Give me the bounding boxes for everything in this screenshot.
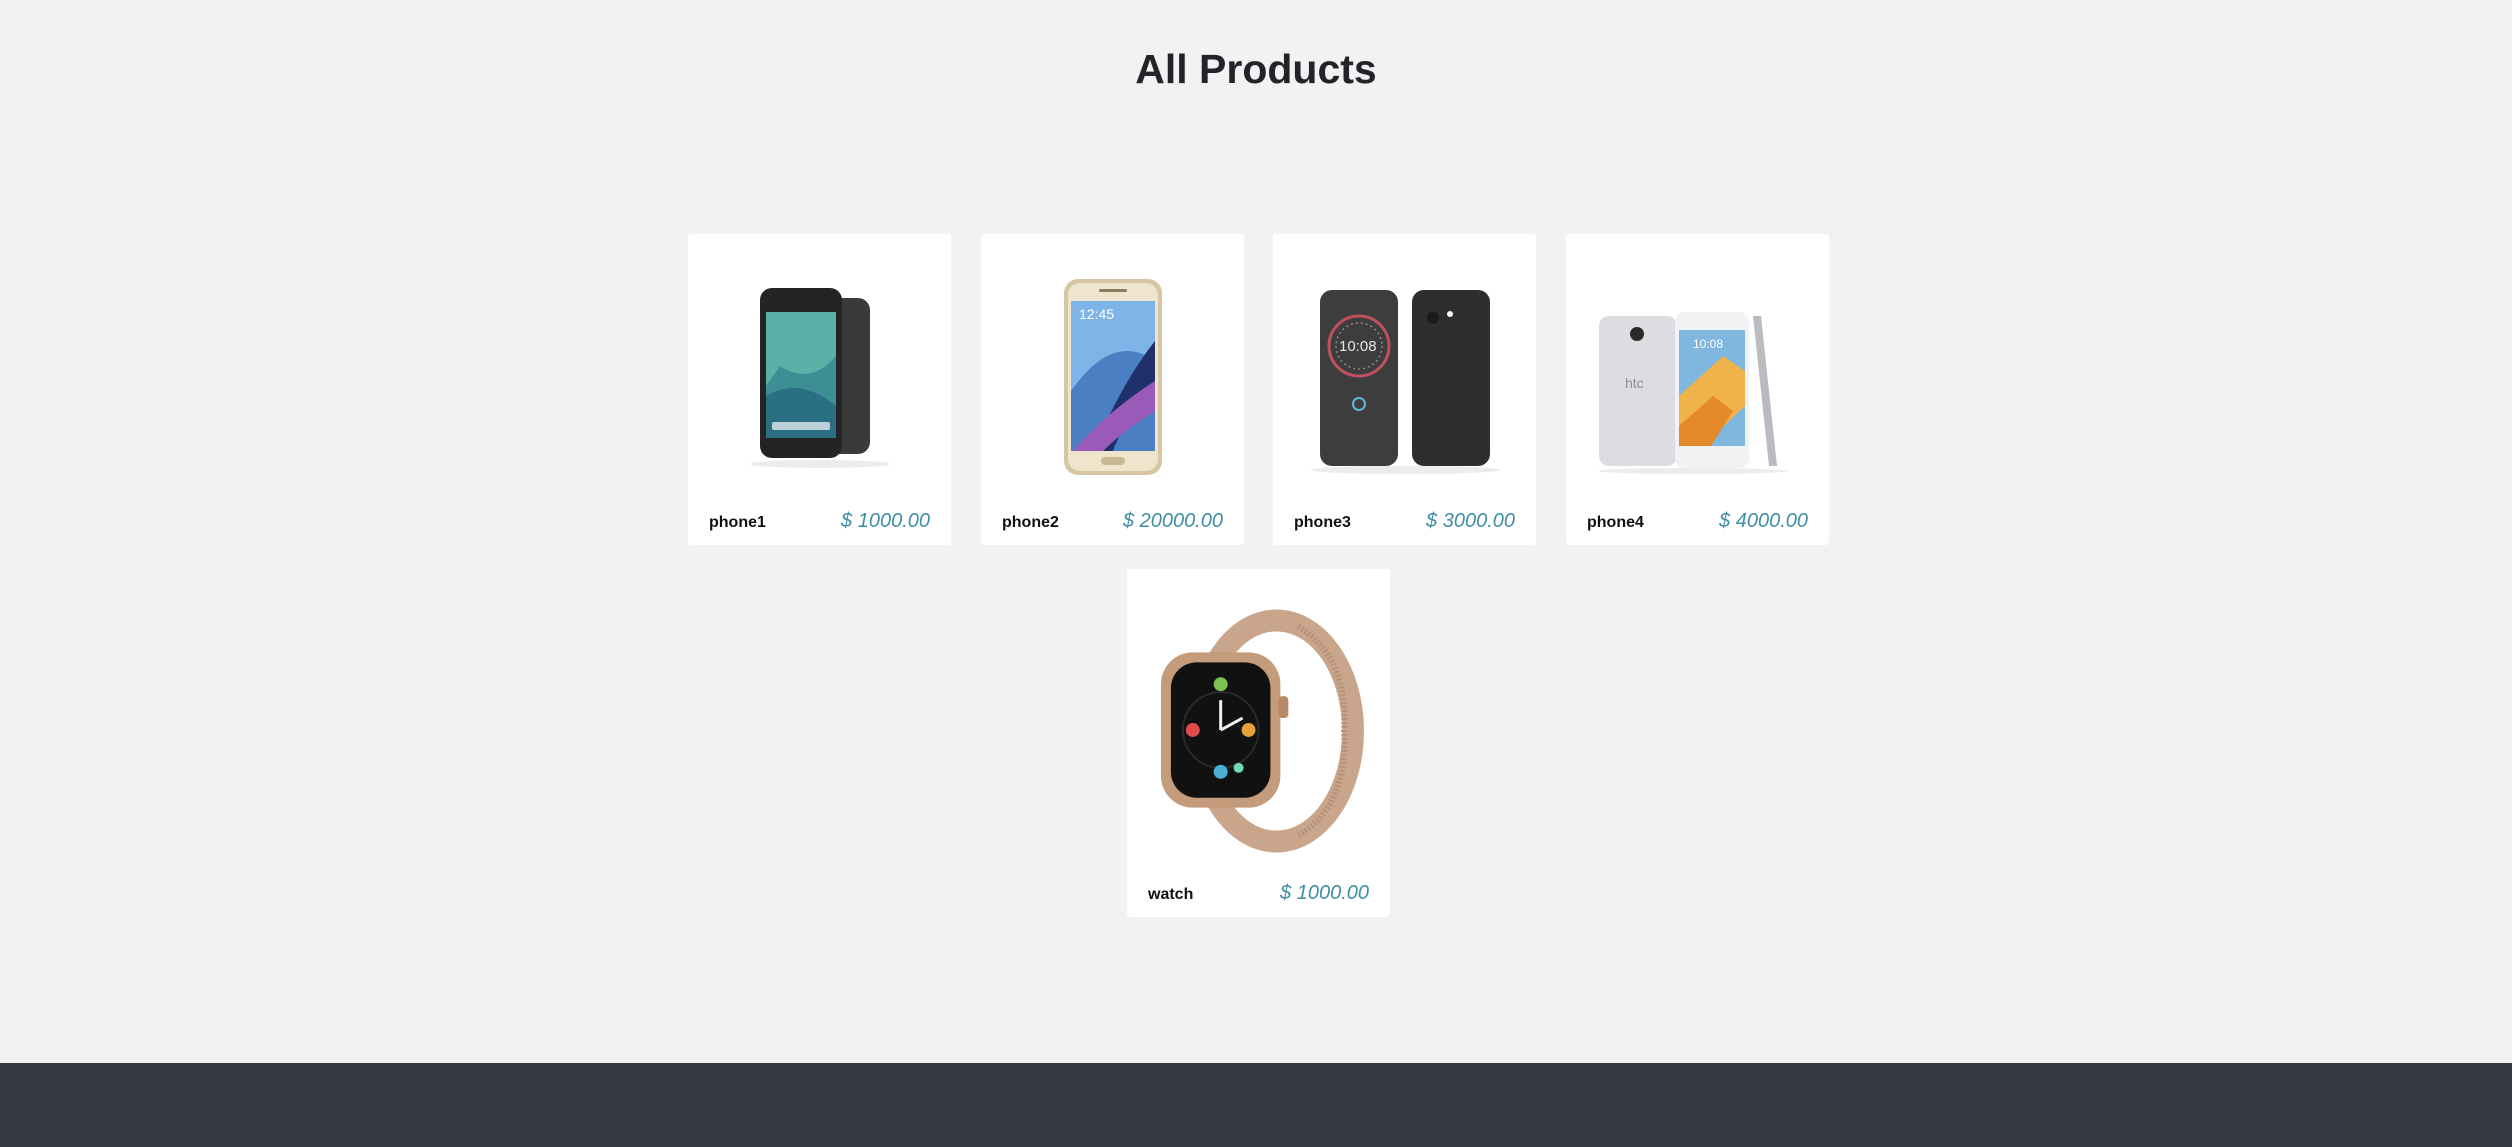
page-title: All Products	[1135, 46, 1377, 92]
svg-text:htc: htc	[1625, 375, 1644, 391]
product-card[interactable]: 12:45 phone2 $ 20000.00	[981, 234, 1244, 545]
product-image[interactable]	[710, 256, 929, 496]
svg-text:12:45: 12:45	[1079, 306, 1114, 322]
product-price: $ 20000.00	[1122, 510, 1223, 532]
product-price: $ 1000.00	[1280, 882, 1369, 904]
htc-10-phone-icon: htc 10:08	[1597, 312, 1788, 474]
product-price: $ 3000.00	[1426, 510, 1515, 532]
product-name[interactable]: phone4	[1587, 514, 1644, 532]
product-price: $ 1000.00	[841, 510, 930, 532]
product-name[interactable]: phone2	[1002, 514, 1059, 532]
page-footer	[0, 1063, 2512, 1147]
product-card[interactable]: watch $ 1000.00	[1127, 569, 1390, 917]
product-card[interactable]: 10:08 phone3 $ 3000.00	[1273, 234, 1536, 545]
product-name[interactable]: watch	[1148, 886, 1193, 904]
product-name[interactable]: phone1	[709, 514, 766, 532]
product-price: $ 4000.00	[1719, 510, 1808, 532]
product-card[interactable]: htc 10:08 phone4 $ 4000.00	[1566, 234, 1829, 545]
product-image[interactable]: 10:08	[1295, 256, 1514, 496]
svg-text:10:08: 10:08	[1339, 338, 1377, 355]
htc-dot-case-phone-icon: 10:08	[1309, 290, 1500, 474]
product-card[interactable]: phone1 $ 1000.00	[688, 234, 951, 545]
pixel-phone-icon	[749, 288, 890, 468]
product-name[interactable]: phone3	[1294, 514, 1351, 532]
product-image[interactable]: 12:45	[1003, 256, 1222, 496]
galaxy-phone-icon: 12:45	[1063, 279, 1162, 475]
svg-text:10:08: 10:08	[1693, 337, 1723, 351]
smart-watch-icon	[1160, 609, 1365, 853]
product-image[interactable]: htc 10:08	[1588, 256, 1807, 496]
product-image[interactable]	[1149, 591, 1368, 871]
products-page: All Products phone1 $ 1000.00 12:45 phon…	[0, 0, 2512, 1147]
